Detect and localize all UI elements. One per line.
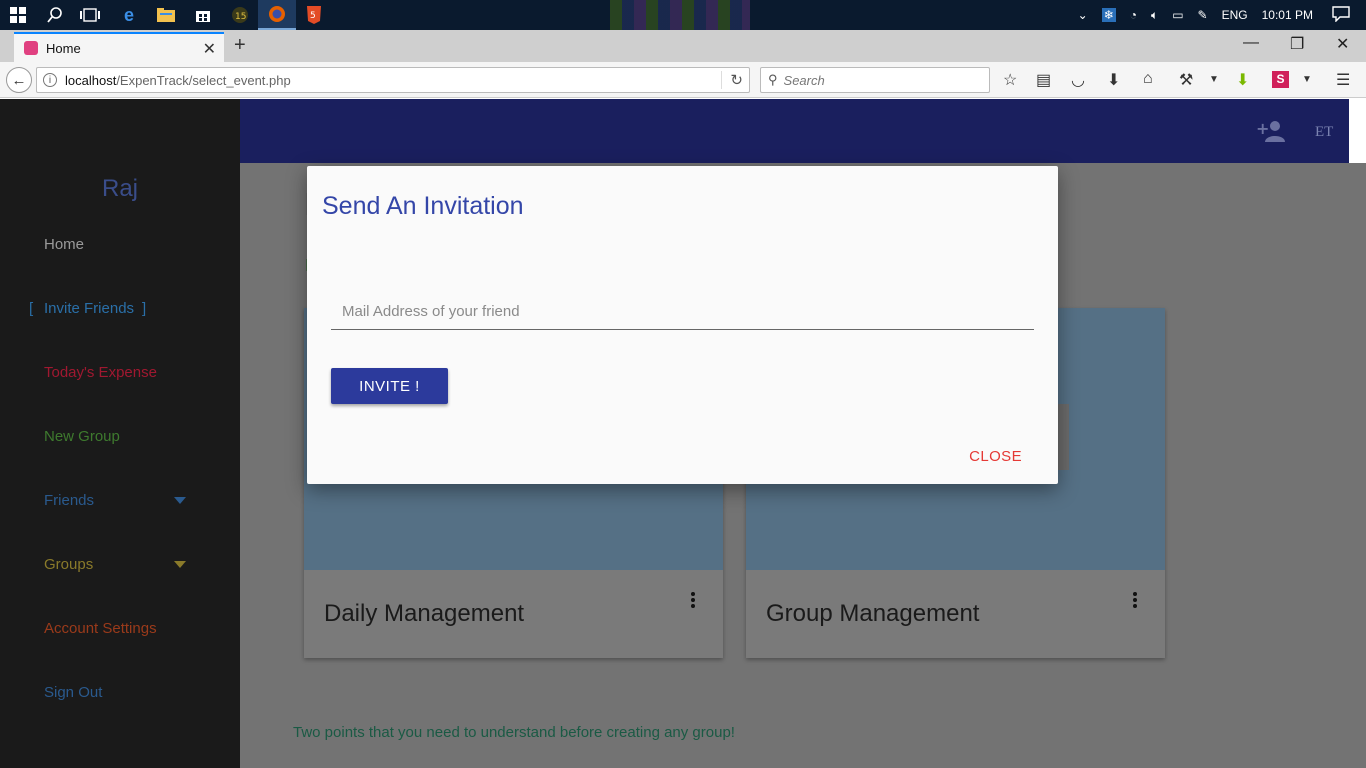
back-arrow-icon[interactable]: ← [6,67,32,93]
sidebar-item-invite-friends[interactable]: Invite Friends [44,300,134,317]
sidebar-item-new-group[interactable]: New Group [44,428,120,445]
tools-icon[interactable]: ⚒ [1179,70,1193,90]
sidebar-item-groups[interactable]: Groups [44,556,93,573]
favicon-icon [24,41,38,55]
sidebar: Raj Home [ Invite Friends ] Today's Expe… [0,99,240,768]
info-text[interactable]: Two points that you need to understand b… [293,724,735,741]
header-initials[interactable]: ET [1315,124,1333,141]
sidebar-bracket-close: ] [142,300,147,317]
browser-tab-home[interactable]: Home ✕ [14,32,224,62]
new-tab-icon[interactable]: + [234,34,246,57]
sidebar-item-friends[interactable]: Friends [44,492,94,509]
close-button[interactable]: CLOSE [969,448,1022,465]
windows-taskbar: e 15 5 ⌄ ❄ ◔ 🔈︎ ▭ ✎ ENG 10:01 PM [0,0,1366,30]
svg-text:+: + [1256,119,1269,138]
reload-icon[interactable]: ↻ [721,71,743,89]
svg-text:5: 5 [310,11,316,21]
chevron-down-icon[interactable] [174,497,186,504]
info-icon[interactable]: i [43,73,57,87]
sidebar-bracket-open: [ [29,300,34,317]
firefox-icon[interactable] [258,0,296,30]
chevron-down-icon[interactable] [174,561,186,568]
bookmark-star-icon[interactable]: ☆ [1003,70,1017,90]
sidebar-item-account-settings[interactable]: Account Settings [44,620,157,637]
language-indicator[interactable]: ENG [1222,8,1248,22]
dropdown-arrow-icon[interactable]: ▼ [1209,74,1219,85]
file-explorer-icon[interactable] [155,4,177,26]
pocket-icon[interactable]: ◡ [1071,70,1085,90]
search-icon[interactable] [44,4,66,26]
minimize-icon[interactable]: — [1243,34,1259,52]
sidebar-item-home[interactable]: Home [44,236,84,253]
notification-icon[interactable] [1332,5,1350,25]
windows-logo-icon[interactable] [8,4,28,26]
app-15-icon[interactable]: 15 [229,4,251,26]
svg-text:15: 15 [235,12,246,22]
url-path: /ExpenTrack/select_event.php [116,72,291,88]
card-footer: Group Management [746,570,1165,658]
invite-modal: Send An Invitation INVITE ! CLOSE [307,166,1058,484]
wifi-icon[interactable]: ◔ [1130,8,1137,22]
html5-app-icon[interactable]: 5 [303,4,325,26]
modal-title: Send An Invitation [322,192,524,220]
home-icon[interactable]: ⌂ [1143,70,1153,88]
restore-icon[interactable]: ❐ [1290,34,1304,54]
add-person-icon[interactable]: + [1256,119,1286,143]
browser-tab-bar: Home ✕ + — ❐ ✕ [0,30,1366,62]
clock[interactable]: 10:01 PM [1262,8,1313,22]
close-window-icon[interactable]: ✕ [1336,34,1349,54]
battery-icon[interactable]: ▭ [1172,8,1183,22]
url-host: localhost [65,72,117,88]
invite-button[interactable]: INVITE ! [331,368,448,404]
task-view-icon[interactable] [79,4,101,26]
more-vert-icon[interactable] [691,592,695,608]
app-header: + ET [240,99,1349,163]
card-title: Daily Management [324,600,525,627]
sidebar-item-sign-out[interactable]: Sign Out [44,684,102,701]
edge-browser-icon[interactable]: e [118,4,140,26]
extension-download-icon[interactable]: ⬇ [1236,70,1249,90]
snowflake-icon[interactable]: ❄ [1101,8,1116,22]
hamburger-menu-icon[interactable]: ☰ [1336,70,1350,90]
search-placeholder: Search [783,72,825,88]
download-icon[interactable]: ⬇ [1107,70,1120,90]
close-tab-icon[interactable]: ✕ [203,39,216,59]
extension-s-icon[interactable]: S [1272,71,1289,88]
card-title: Group Management [766,600,980,627]
browser-nav-bar: ← i localhost/ExpenTrack/select_event.ph… [0,62,1366,98]
pen-icon[interactable]: ✎ [1198,8,1208,22]
user-name: Raj [101,175,138,202]
friend-email-input[interactable] [331,294,1034,330]
reader-view-icon[interactable]: ▤ [1036,70,1051,90]
chevron-up-icon[interactable]: ⌄ [1078,8,1088,22]
search-icon: ⚲ [768,72,778,87]
taskbar-wallpaper-strip [610,0,750,30]
sidebar-item-todays-expense[interactable]: Today's Expense [44,364,157,381]
more-vert-icon[interactable] [1133,592,1137,608]
card-footer: Daily Management [304,570,723,658]
store-icon[interactable] [192,4,214,26]
dropdown-arrow-icon[interactable]: ▼ [1302,74,1312,85]
tab-title: Home [46,40,81,56]
url-bar[interactable]: i localhost/ExpenTrack/select_event.php … [36,67,750,93]
browser-search-bar[interactable]: ⚲ Search [760,67,990,93]
volume-icon[interactable]: 🔈︎ [1151,8,1158,23]
